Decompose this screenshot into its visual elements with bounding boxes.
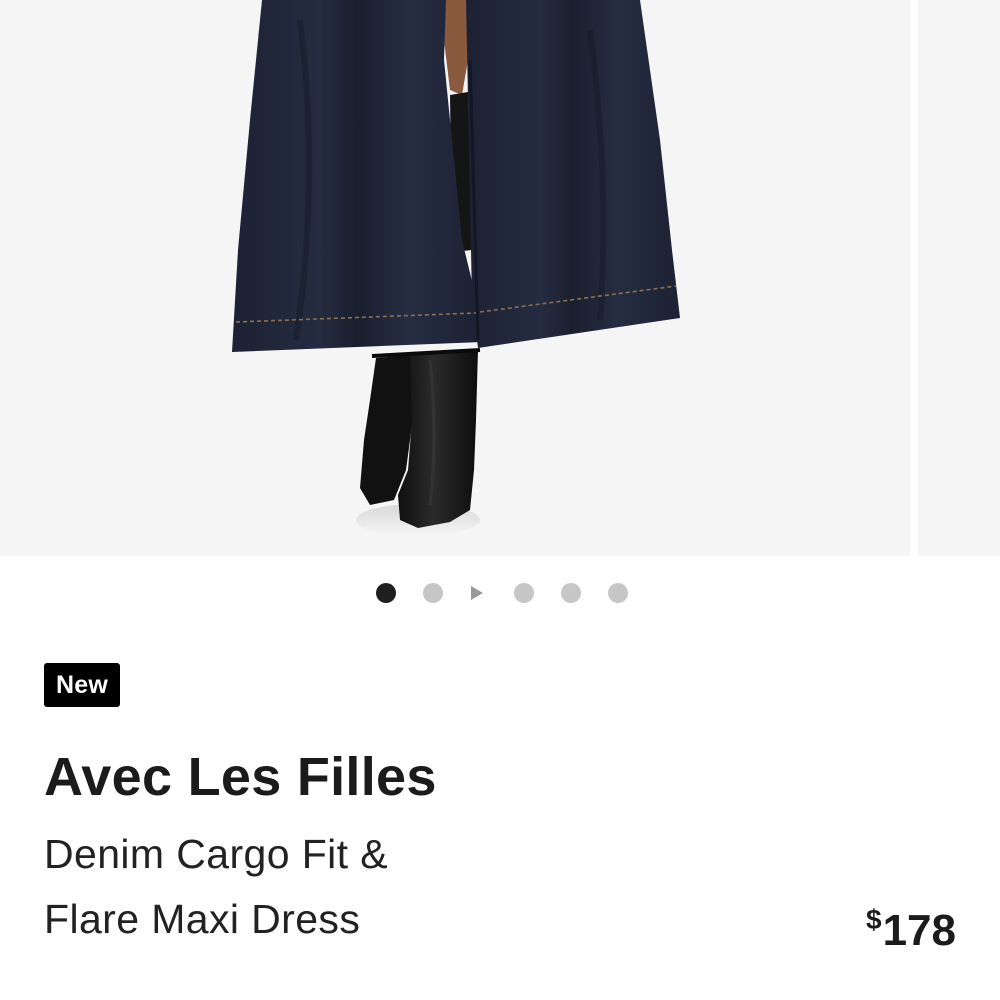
carousel-pagination[interactable] bbox=[376, 583, 655, 603]
carousel-slide-next-peek[interactable] bbox=[918, 0, 1000, 556]
new-badge: New bbox=[44, 663, 121, 707]
play-icon[interactable] bbox=[471, 586, 483, 600]
product-title-line-1: Denim Cargo Fit & bbox=[44, 831, 389, 877]
pagination-dot-2[interactable] bbox=[423, 583, 443, 603]
currency-symbol: $ bbox=[866, 904, 882, 935]
product-page: New Avec Les Filles Denim Cargo Fit & Fl… bbox=[0, 0, 1000, 1000]
price-amount: 178 bbox=[882, 906, 956, 955]
product-price: $178 bbox=[866, 890, 956, 961]
pagination-dot-5[interactable] bbox=[561, 583, 581, 603]
product-title: Denim Cargo Fit & Flare Maxi Dress bbox=[44, 822, 744, 952]
carousel-slide-current[interactable] bbox=[0, 0, 910, 556]
pagination-dot-1[interactable] bbox=[376, 583, 396, 603]
brand-name[interactable]: Avec Les Filles bbox=[44, 742, 437, 812]
pagination-dot-4[interactable] bbox=[514, 583, 534, 603]
product-image bbox=[232, 0, 680, 536]
pagination-dot-6[interactable] bbox=[608, 583, 628, 603]
product-title-line-2: Flare Maxi Dress bbox=[44, 896, 361, 942]
image-carousel[interactable] bbox=[0, 0, 1000, 556]
